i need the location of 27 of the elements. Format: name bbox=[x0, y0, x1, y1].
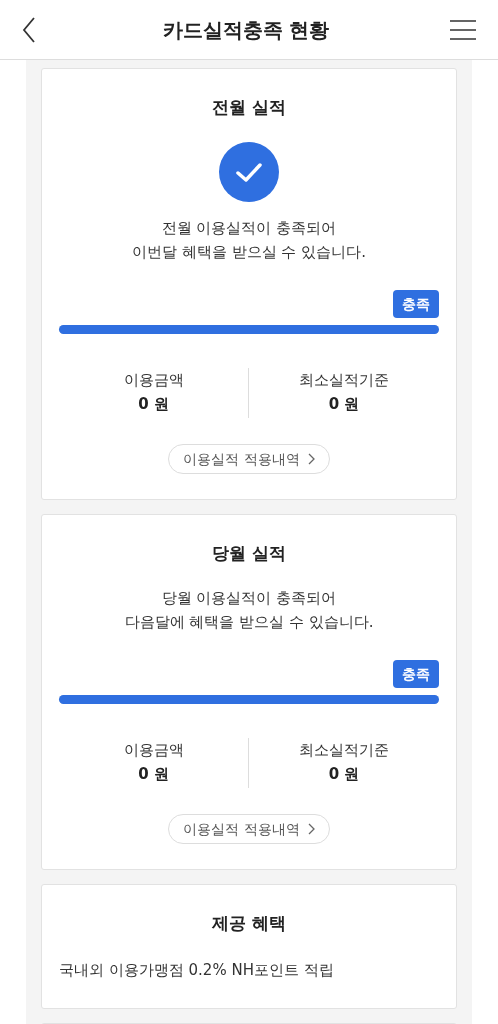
stat-label: 이용금액 bbox=[123, 370, 184, 391]
menu-icon bbox=[450, 19, 476, 40]
status-message: 전월 이용실적이 충족되어 bbox=[161, 218, 337, 239]
stat-value: 0 원 bbox=[328, 394, 360, 415]
stat-value: 0 원 bbox=[138, 394, 169, 415]
status-message: 당월 이용실적이 충족되어 bbox=[161, 588, 337, 609]
chevron-right-icon bbox=[307, 823, 315, 835]
page-title: 카드실적충족 현황 bbox=[162, 16, 330, 44]
benefit-text: 국내외 이용가맹점 0.2% NH포인트 적립 bbox=[59, 960, 335, 981]
stat-label: 이용금액 bbox=[123, 740, 184, 761]
stat-value: 0 원 bbox=[328, 764, 360, 785]
status-badge: 충족 bbox=[393, 290, 439, 318]
stat-label: 최소실적기준 bbox=[299, 740, 389, 761]
stat-label: 최소실적기준 bbox=[299, 370, 389, 391]
card-title: 당월 실적 bbox=[212, 542, 286, 565]
card-title: 제공 혜택 bbox=[211, 912, 287, 935]
back-icon bbox=[22, 16, 36, 43]
chevron-right-icon bbox=[307, 453, 315, 465]
card-title: 전월 실적 bbox=[212, 96, 286, 119]
checkmark-icon bbox=[219, 142, 279, 202]
status-message: 이번달 혜택을 받으실 수 있습니다. bbox=[132, 242, 366, 263]
history-button[interactable]: 이용실적 적용내역 bbox=[168, 444, 330, 474]
history-button[interactable]: 이용실적 적용내역 bbox=[168, 814, 330, 844]
menu-button[interactable] bbox=[450, 18, 476, 41]
status-message: 다음달에 혜택을 받으실 수 있습니다. bbox=[124, 612, 374, 633]
stat-value: 0 원 bbox=[138, 764, 169, 785]
status-badge: 충족 bbox=[393, 660, 439, 688]
